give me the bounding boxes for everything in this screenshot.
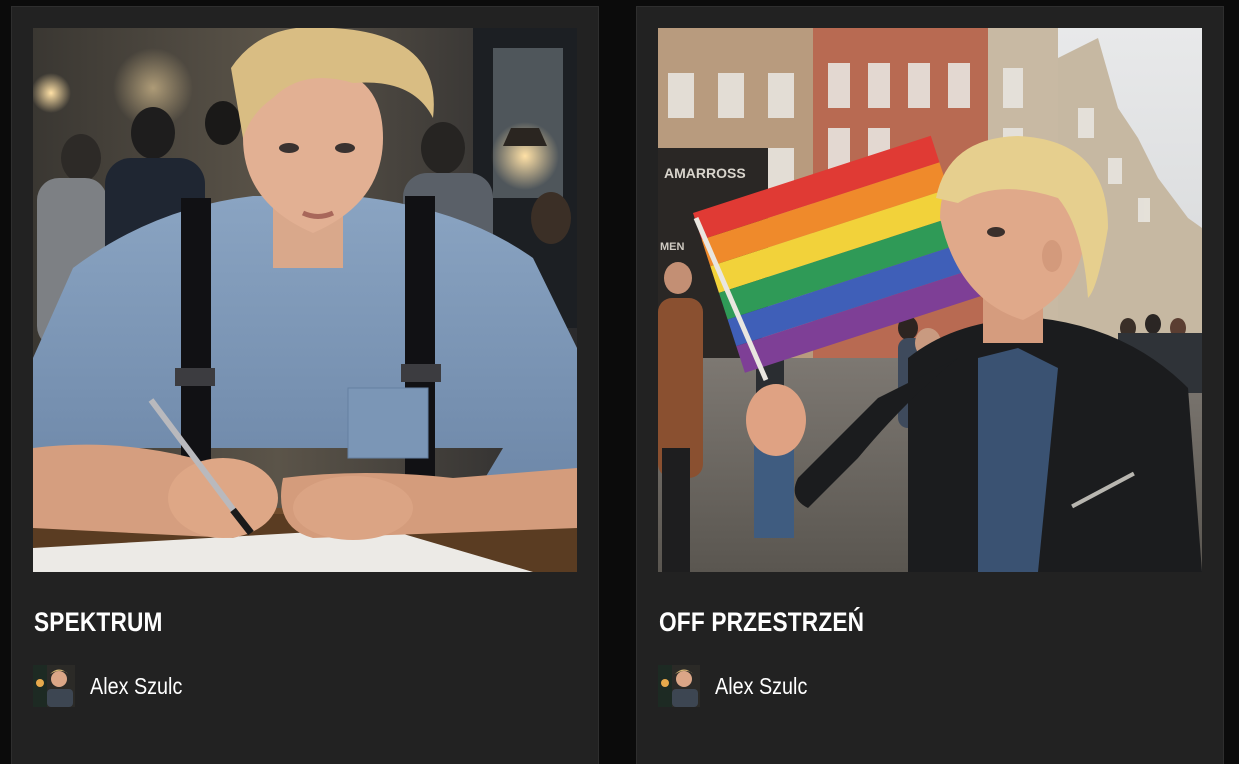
- album-title[interactable]: OFF PRZESTRZEŃ: [659, 607, 864, 638]
- album-card-off-przestrzen[interactable]: AMARROSS MEN OFF PRZESTRZEŃ Alex Szulc: [636, 6, 1224, 764]
- album-cover-image[interactable]: [33, 28, 577, 572]
- author-link[interactable]: Alex Szulc: [658, 665, 822, 707]
- shop-sign-small-text: MEN: [660, 241, 685, 253]
- portrait-rainbow-flag-image: AMARROSS MEN: [658, 28, 1202, 572]
- album-title[interactable]: SPEKTRUM: [34, 607, 163, 638]
- avatar-image: [658, 665, 700, 707]
- shop-sign-text: AMARROSS: [664, 165, 746, 181]
- album-card-spektrum[interactable]: SPEKTRUM Alex Szulc: [11, 6, 599, 764]
- album-grid: SPEKTRUM Alex Szulc AMARROSS MEN OFF PRZ…: [0, 0, 1239, 764]
- author-avatar: [658, 665, 700, 707]
- album-cover-image[interactable]: AMARROSS MEN: [658, 28, 1202, 572]
- author-name[interactable]: Alex Szulc: [715, 673, 807, 700]
- portrait-writing-image: [33, 28, 577, 572]
- author-link[interactable]: Alex Szulc: [33, 665, 197, 707]
- avatar-image: [33, 665, 75, 707]
- author-avatar: [33, 665, 75, 707]
- author-name[interactable]: Alex Szulc: [90, 673, 182, 700]
